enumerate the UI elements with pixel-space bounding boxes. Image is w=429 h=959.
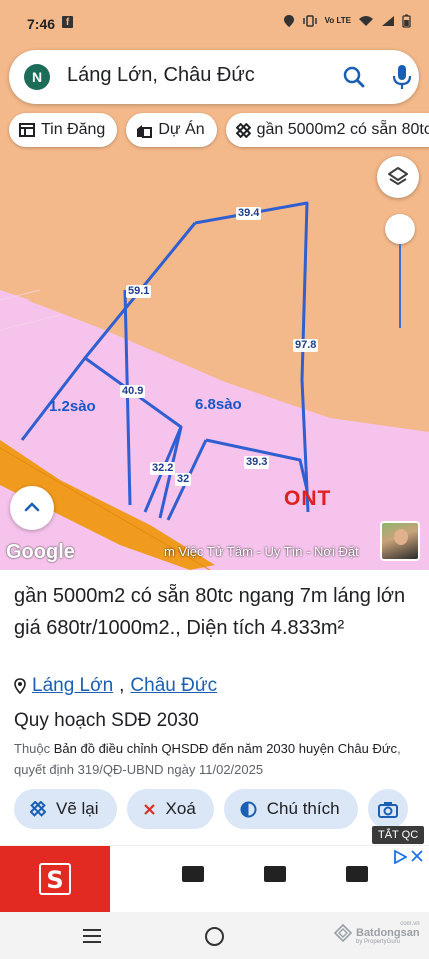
status-time: 7:46	[27, 16, 56, 32]
chip-label: Dự Án	[158, 121, 205, 138]
ad-banner[interactable]: S	[0, 845, 429, 913]
plan-title: Quy hoạch SDĐ 2030	[14, 710, 199, 731]
brand-watermark: com.vn Batdongsan by PropertyGuru	[333, 921, 420, 945]
legend-label: Chú thích	[266, 799, 340, 818]
google-logo: Google	[6, 541, 75, 563]
area-label-right: 6.8sào	[195, 396, 242, 413]
chip-label: Tin Đăng	[41, 121, 106, 138]
ad-logo[interactable]: S	[0, 846, 110, 913]
ad-controls	[393, 850, 423, 864]
redraw-icon	[30, 801, 46, 817]
wifi-icon	[359, 16, 373, 26]
ruler-icon	[235, 122, 251, 138]
edge-length-label: 32	[175, 473, 192, 486]
home-button[interactable]	[205, 927, 224, 946]
camera-icon	[377, 801, 398, 818]
search-icon[interactable]	[342, 65, 366, 89]
signal-icon	[382, 16, 394, 26]
ad-product-icons	[110, 866, 368, 882]
search-bar[interactable]: N Láng Lớn, Châu Đức	[9, 50, 419, 104]
plan-document[interactable]: Bản đồ điều chỉnh QHSDĐ đến năm 2030 huy…	[54, 741, 397, 756]
recent-apps-icon[interactable]	[82, 928, 102, 944]
ad-product-icon	[182, 866, 204, 882]
plan-description: Thuộc Bản đồ điều chỉnh QHSDĐ đến năm 20…	[14, 738, 419, 780]
app-screen: 39.4 59.1 97.8 40.9 32.2 32 39.3 1.2sào …	[0, 0, 429, 959]
edge-length-label: 32.2	[150, 462, 176, 475]
vibrate-icon	[302, 15, 317, 27]
legend-button[interactable]: Chú thích	[223, 789, 358, 829]
brand-name: Batdongsan	[356, 927, 420, 939]
location-district-link[interactable]: Châu Đức	[130, 675, 217, 697]
ad-logo-letter: S	[39, 863, 71, 895]
listing-location: Láng Lớn, Châu Đức	[14, 675, 217, 697]
ad-product-icon	[264, 866, 286, 882]
brand-logo-icon	[333, 923, 353, 943]
agent-ticker-text: m Việc Tử Tâm - Uy Tín - Nơi Đặt	[164, 544, 359, 559]
user-avatar[interactable]: N	[24, 64, 50, 90]
action-row: Vẽ lại Xoá Chú thích	[14, 789, 408, 829]
newspaper-icon	[19, 123, 35, 137]
building-icon	[137, 124, 153, 138]
ad-product-icon	[346, 866, 368, 882]
location-pin-icon	[14, 678, 26, 694]
delete-label: Xoá	[165, 799, 196, 818]
layers-icon	[388, 167, 408, 185]
ad-choices-icon[interactable]	[393, 850, 407, 864]
status-bar: 7:46 f Vo LTE	[0, 0, 429, 48]
edge-length-label: 59.1	[126, 285, 152, 298]
edge-length-label: 39.4	[236, 207, 262, 220]
filter-chips: Tin Đăng Dự Án gần 5000m2 có sẵn 80tc	[9, 113, 429, 149]
plan-prefix: Thuộc	[14, 741, 54, 756]
delete-x-icon	[143, 803, 155, 815]
edge-length-label: 39.3	[244, 456, 270, 469]
redraw-button[interactable]: Vẽ lại	[14, 789, 117, 829]
layers-button[interactable]	[377, 156, 419, 198]
camera-button[interactable]	[367, 789, 408, 829]
opacity-slider-handle[interactable]	[385, 214, 415, 244]
chip-measure[interactable]: gần 5000m2 có sẵn 80tc	[225, 113, 429, 147]
search-query[interactable]: Láng Lớn, Châu Đức	[67, 64, 255, 87]
battery-icon	[402, 14, 411, 28]
edge-length-label: 40.9	[120, 385, 146, 398]
legend-icon	[240, 801, 257, 817]
zoning-label: ONT	[284, 487, 332, 510]
agent-avatar[interactable]	[380, 521, 420, 561]
ad-close-icon[interactable]	[411, 850, 423, 862]
listing-title: gần 5000m2 có sẵn 80tc ngang 7m láng lớn…	[14, 585, 406, 639]
chip-tin-dang[interactable]: Tin Đăng	[9, 113, 118, 147]
opacity-slider-track[interactable]	[399, 244, 401, 328]
expand-panel-button[interactable]	[10, 486, 54, 530]
volte-icon: Vo LTE	[324, 16, 351, 25]
listing-panel: gần 5000m2 có sẵn 80tc ngang 7m láng lớn…	[0, 570, 429, 845]
location-ward-link[interactable]: Láng Lớn	[32, 675, 113, 697]
mic-icon[interactable]	[390, 63, 414, 91]
edge-length-label: 97.8	[293, 339, 319, 352]
delete-button[interactable]: Xoá	[126, 789, 214, 829]
location-icon	[283, 15, 294, 27]
chip-label: gần 5000m2 có sẵn 80tc	[256, 121, 429, 138]
brand-sub: by PropertyGuru	[356, 939, 401, 945]
area-label-left: 1.2sào	[49, 398, 96, 415]
chip-du-an[interactable]: Dự Án	[126, 113, 217, 147]
location-separator: ,	[119, 675, 125, 696]
system-nav-bar: com.vn Batdongsan by PropertyGuru	[0, 912, 429, 959]
hide-ads-button[interactable]: TẮT QC	[372, 826, 425, 844]
facebook-icon: f	[62, 16, 73, 28]
redraw-label: Vẽ lại	[56, 799, 99, 818]
chevron-up-icon	[24, 502, 40, 512]
